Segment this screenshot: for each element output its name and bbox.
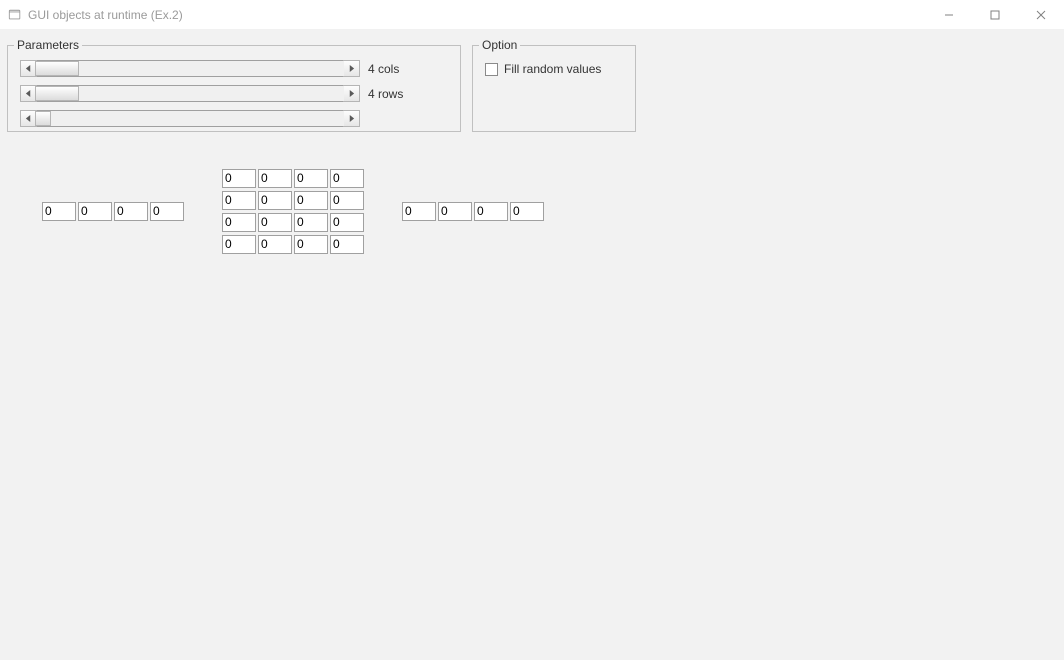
minimize-button[interactable] [926,0,972,30]
cell-input[interactable]: 0 [474,202,508,221]
option-group: Option Fill random values [472,38,636,132]
scrollbar-thumb[interactable] [35,86,79,101]
cols-scrollbar[interactable] [20,60,360,77]
right-arrow-icon[interactable] [343,110,360,127]
cell-input[interactable]: 0 [438,202,472,221]
cell-input[interactable]: 0 [330,213,364,232]
cell-input[interactable]: 0 [294,191,328,210]
cell-input[interactable]: 0 [294,235,328,254]
cell-input[interactable]: 0 [150,202,184,221]
rows-label: 4 rows [368,87,403,101]
cell-input[interactable]: 0 [330,169,364,188]
vector-b: 0000 [402,202,546,224]
cell-input[interactable]: 0 [510,202,544,221]
cell-input[interactable]: 0 [258,235,292,254]
scrollbar-track[interactable] [36,61,344,76]
scrollbar-thumb[interactable] [35,111,51,126]
right-arrow-icon[interactable] [343,60,360,77]
cell-input[interactable]: 0 [258,191,292,210]
scrollbar-track[interactable] [36,86,344,101]
option-legend: Option [479,38,520,52]
cell-input[interactable]: 0 [330,235,364,254]
cell-input[interactable]: 0 [330,191,364,210]
matrix: 0000000000000000 [222,169,366,257]
parameters-group: Parameters 4 cols [7,38,461,132]
right-arrow-icon[interactable] [343,85,360,102]
client-area: Parameters 4 cols [0,30,1064,660]
cell-input[interactable]: 0 [114,202,148,221]
cols-label: 4 cols [368,62,399,76]
rows-scrollbar[interactable] [20,85,360,102]
cell-input[interactable]: 0 [222,235,256,254]
titlebar: GUI objects at runtime (Ex.2) [0,0,1064,30]
app-icon [8,8,22,22]
cell-input[interactable]: 0 [42,202,76,221]
cell-input[interactable]: 0 [222,191,256,210]
cell-input[interactable]: 0 [258,213,292,232]
cell-input[interactable]: 0 [222,213,256,232]
close-button[interactable] [1018,0,1064,30]
fill-random-checkbox[interactable] [485,63,498,76]
cell-input[interactable]: 0 [78,202,112,221]
parameters-legend: Parameters [14,38,82,52]
extra-scrollbar[interactable] [20,110,360,127]
vector-a: 0000 [42,202,186,224]
window-title: GUI objects at runtime (Ex.2) [28,8,183,22]
cell-input[interactable]: 0 [294,169,328,188]
cell-input[interactable]: 0 [294,213,328,232]
maximize-button[interactable] [972,0,1018,30]
cell-input[interactable]: 0 [222,169,256,188]
scrollbar-thumb[interactable] [35,61,79,76]
cell-input[interactable]: 0 [258,169,292,188]
cell-input[interactable]: 0 [402,202,436,221]
scrollbar-track[interactable] [36,111,344,126]
fill-random-label: Fill random values [504,62,601,76]
